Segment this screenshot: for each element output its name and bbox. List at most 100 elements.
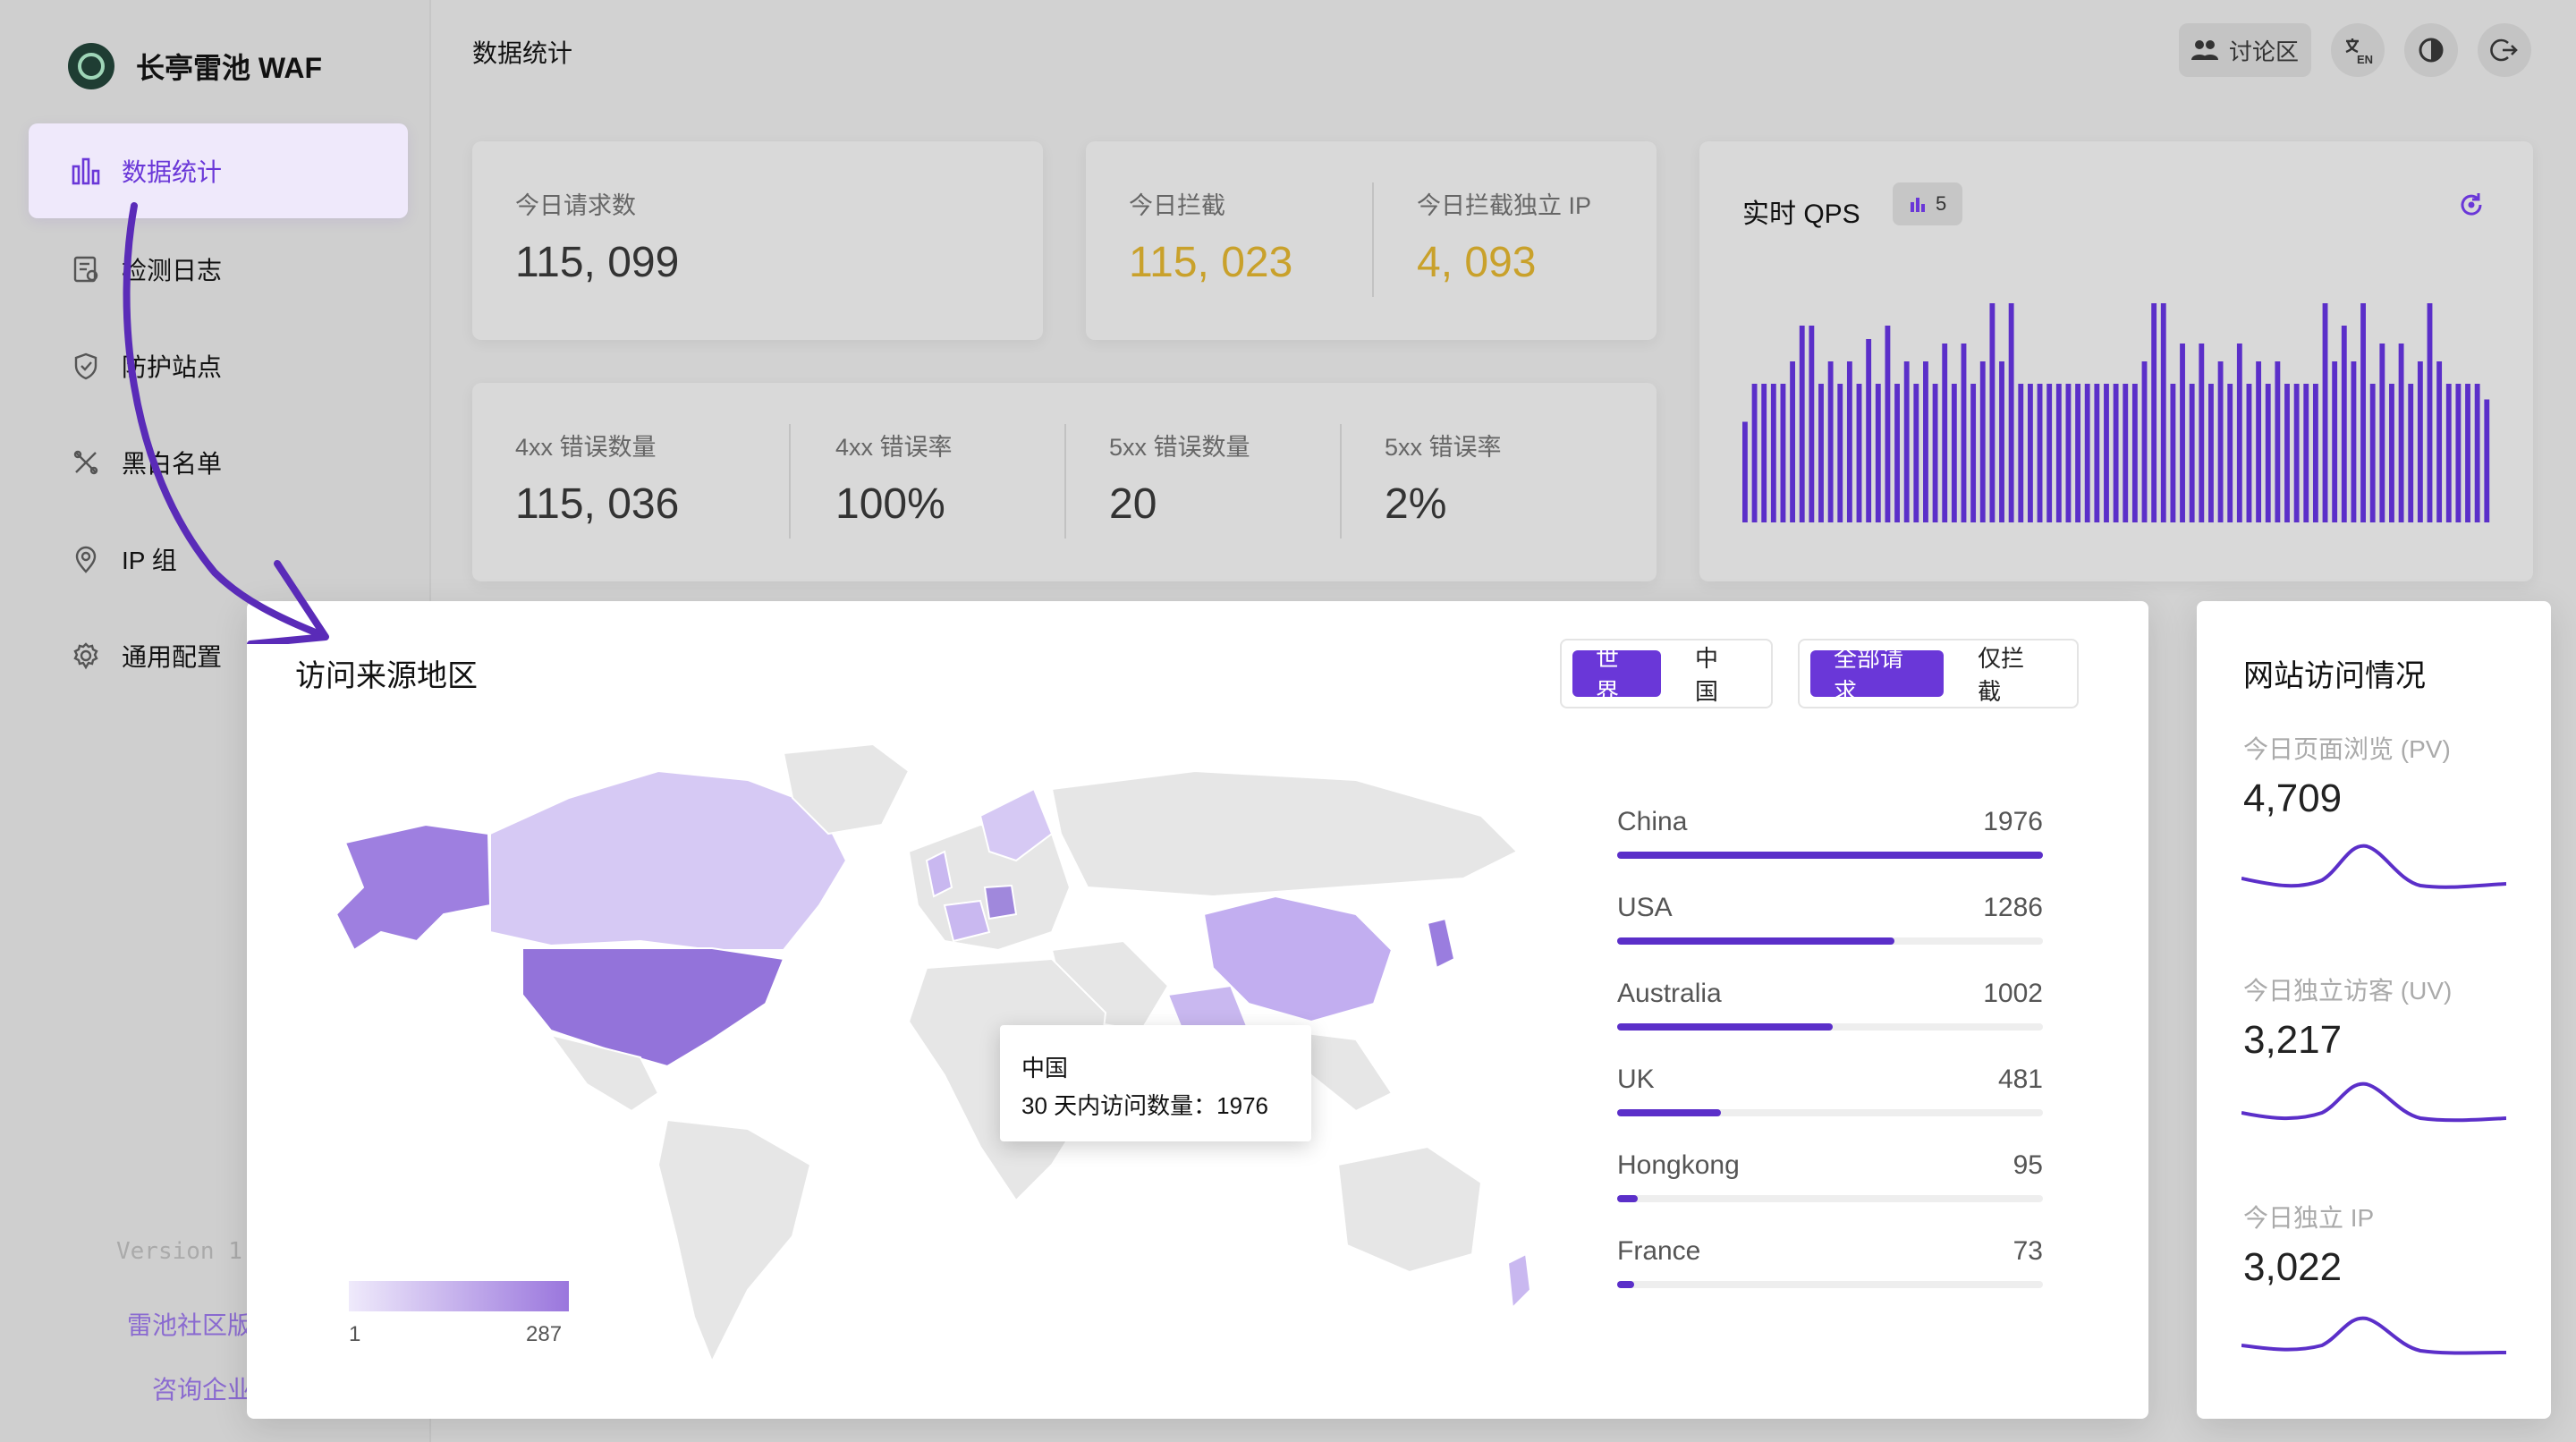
- translate-icon: EN: [2345, 38, 2373, 65]
- qps-bar: [1770, 384, 1776, 522]
- qps-bar: [2141, 361, 2148, 522]
- qps-bar: [2275, 361, 2281, 522]
- today-requests-label: 今日请求数: [515, 192, 636, 219]
- qps-bar: [1970, 384, 1977, 522]
- qps-bar: [2008, 303, 2014, 522]
- qps-bar: [1790, 361, 1796, 522]
- contrast-icon: [2419, 38, 2444, 63]
- divider: [1064, 424, 1066, 539]
- err5xx-rate-label: 5xx 错误率: [1385, 434, 1502, 461]
- world-map[interactable]: [283, 735, 1553, 1361]
- language-button[interactable]: EN: [2331, 23, 2385, 77]
- qps-bar: [1932, 384, 1938, 522]
- qps-bar: [2389, 384, 2394, 522]
- legend-gradient: [349, 1281, 569, 1311]
- logo-icon: [68, 43, 114, 89]
- qps-bar: [2027, 384, 2033, 522]
- logout-button[interactable]: [2478, 23, 2531, 77]
- region-alaska: [335, 823, 492, 952]
- ranking-track: [1617, 937, 2043, 945]
- qps-bar: [2293, 384, 2300, 522]
- err4xx-count-label: 4xx 错误数量: [515, 434, 657, 461]
- ranking-row: UK 481: [1617, 1065, 2043, 1150]
- qps-bar: [2332, 361, 2338, 522]
- discuss-button[interactable]: 讨论区: [2178, 23, 2311, 77]
- qps-bar: [1799, 326, 1805, 522]
- ranking-count: 1286: [1983, 893, 2043, 922]
- scope-toggle: 世界 中国: [1560, 639, 1773, 708]
- region-panel: 访问来源地区 世界 中国 全部请求 仅拦截 1 287 中国 30 天内访问数量…: [247, 601, 2148, 1419]
- divider: [1340, 424, 1342, 539]
- qps-bar: [2246, 384, 2252, 522]
- err5xx-count-value: 20: [1109, 480, 1157, 528]
- ranking-country: UK: [1617, 1065, 1655, 1094]
- svg-text:EN: EN: [2357, 53, 2373, 65]
- qps-bar-chart: [1742, 303, 2490, 522]
- ranking-row: Australia 1002: [1617, 979, 2043, 1065]
- ip-value: 3,022: [2243, 1245, 2343, 1289]
- ranking-count: 1002: [1983, 979, 2043, 1008]
- qps-bar: [1827, 361, 1834, 522]
- qps-bar: [2312, 384, 2318, 522]
- qps-bar: [2284, 384, 2290, 522]
- discuss-label: 讨论区: [2228, 38, 2299, 65]
- refresh-icon[interactable]: [2456, 190, 2487, 220]
- top-actions: 讨论区 EN: [2178, 23, 2531, 77]
- filter-blocked-option[interactable]: 仅拦截: [1954, 645, 2066, 705]
- qps-bar: [2084, 384, 2090, 522]
- qps-bar: [2113, 384, 2119, 522]
- theme-toggle-button[interactable]: [2404, 23, 2458, 77]
- region-title: 访问来源地区: [295, 659, 478, 693]
- qps-bar: [2360, 303, 2366, 522]
- qps-bar: [1979, 361, 1986, 522]
- qps-bar: [2408, 384, 2414, 522]
- qps-bar: [1989, 303, 1996, 522]
- shield-icon: [68, 348, 104, 384]
- ranking-count: 95: [2012, 1150, 2043, 1180]
- qps-bar: [2256, 361, 2262, 522]
- err4xx-rate-value: 100%: [835, 480, 945, 528]
- qps-bar: [2465, 384, 2470, 522]
- qps-bar: [2455, 384, 2462, 522]
- legend-min: 1: [349, 1322, 361, 1346]
- users-icon: [2190, 40, 2218, 60]
- legend-max: 287: [526, 1322, 563, 1346]
- qps-bar: [2055, 384, 2062, 522]
- qps-bar: [2379, 344, 2385, 522]
- uv-label: 今日独立访客 (UV): [2243, 977, 2453, 1005]
- qps-bar: [1751, 384, 1758, 522]
- qps-bar: [1837, 384, 1843, 522]
- ranking-row: France 73: [1617, 1236, 2043, 1322]
- qps-bar: [2199, 344, 2205, 522]
- qps-bar: [2018, 384, 2024, 522]
- ip-label: 今日独立 IP: [2243, 1204, 2375, 1232]
- qps-bar: [2180, 344, 2185, 522]
- ranking-row: USA 1286: [1617, 893, 2043, 979]
- ranking-country: USA: [1617, 893, 1673, 922]
- qps-bar: [2341, 326, 2347, 522]
- tooltip-text: 30 天内访问数量：1976: [1021, 1092, 1268, 1119]
- ranking-bar: [1617, 1281, 1635, 1288]
- qps-bar: [2151, 303, 2157, 522]
- ranking-country: France: [1617, 1236, 1701, 1266]
- err5xx-count-label: 5xx 错误数量: [1109, 434, 1250, 461]
- region-germany: [983, 884, 1018, 920]
- err4xx-rate-label: 4xx 错误率: [835, 434, 953, 461]
- scope-world-option[interactable]: 世界: [1572, 645, 1661, 705]
- pv-sparkline: [2241, 844, 2506, 889]
- qps-bar: [2046, 384, 2053, 522]
- site-title: 网站访问情况: [2243, 659, 2426, 693]
- qps-bar: [2123, 384, 2129, 522]
- qps-badge-value: 5: [1936, 192, 1947, 215]
- ranking-row: Hongkong 95: [1617, 1150, 2043, 1236]
- brand[interactable]: 长亭雷池 WAF: [68, 43, 322, 89]
- filter-all-option[interactable]: 全部请求: [1810, 645, 1945, 705]
- err4xx-count-value: 115, 036: [515, 480, 680, 528]
- qps-bar: [2160, 303, 2166, 522]
- pv-value: 4,709: [2243, 776, 2343, 820]
- brand-name: 长亭雷池 WAF: [136, 52, 322, 84]
- scope-china-option[interactable]: 中国: [1672, 645, 1760, 705]
- qps-bar: [1913, 384, 1919, 522]
- pv-label: 今日页面浏览 (PV): [2243, 735, 2451, 763]
- today-requests-card: 今日请求数 115, 099: [472, 141, 1043, 340]
